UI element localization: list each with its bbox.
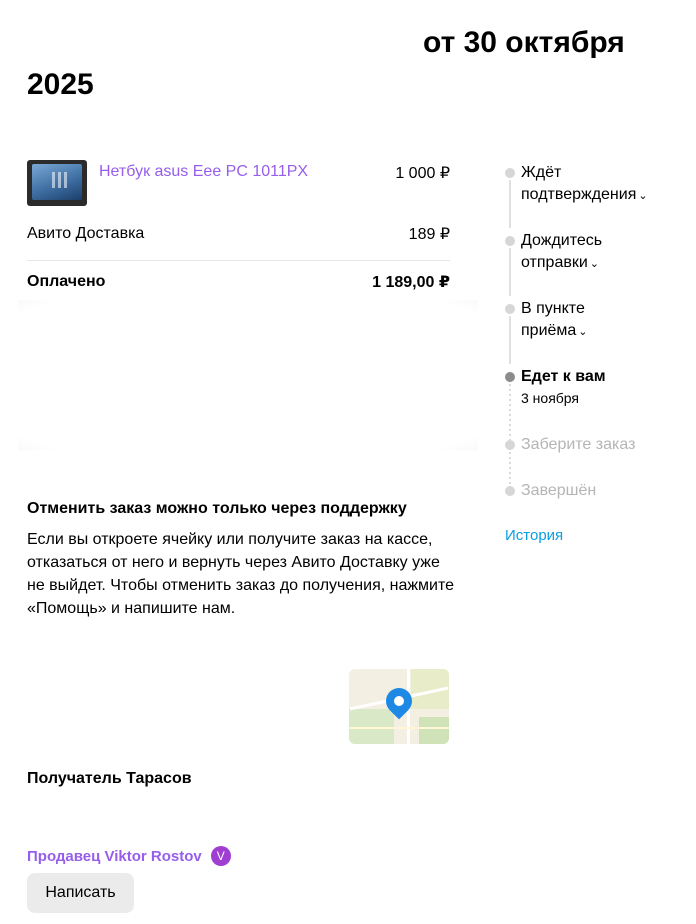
paid-row: Оплачено 1 189,00 ₽ [27,272,450,292]
page-title-line2: 2025 [27,68,94,101]
write-message-button[interactable]: Написать [27,873,134,913]
timeline-connector-dotted [509,452,511,486]
step-date: 3 ноября [521,390,580,406]
chevron-down-icon: ⌄ [589,258,599,270]
step-title: Едет к вам [521,368,606,385]
step-title: Ждёт [521,164,562,181]
delivery-price: 189 ₽ [408,226,450,243]
step-title: Заберите заказ [521,436,636,453]
recipient-label: Получатель Тарасов [27,770,192,787]
paid-total: 1 189,00 ₽ [372,274,450,291]
step-dot [505,486,515,496]
step-title-cont[interactable]: приёма ⌄ [521,320,588,343]
step-title: В пункте [521,300,585,317]
delivery-row: Авито Доставка 189 ₽ [27,224,450,244]
seller-info[interactable]: Продавец Viktor Rostov V [27,846,231,866]
order-item-row[interactable]: Нетбук asus Eee PC 1011PX 1 000 ₽ [27,160,450,206]
timeline-connector [509,248,511,296]
step-dot-current [505,372,515,382]
paid-label: Оплачено [27,273,106,290]
step-dot [505,236,515,246]
divider [27,260,450,261]
pickup-map[interactable] [349,669,449,744]
page-title-line1: от 30 октября [423,26,625,59]
step-dot [505,168,515,178]
timeline-connector-dotted [509,384,511,440]
history-link[interactable]: История [505,527,563,544]
step-title: Дождитесь [521,232,603,249]
item-thumbnail[interactable] [27,160,87,206]
chevron-down-icon: ⌄ [578,326,588,338]
seller-name-link[interactable]: Продавец Viktor Rostov [27,848,202,865]
item-price: 1 000 ₽ [395,165,450,182]
step-title-cont[interactable]: отправки ⌄ [521,252,599,275]
cancel-notice-text: Если вы откроете ячейку или получите зак… [27,531,455,617]
step-title: Завершён [521,482,597,499]
step-dot [505,440,515,450]
order-item[interactable]: Нетбук asus Eee PC 1011PX [27,160,308,206]
timeline-connector [509,316,511,364]
cancel-notice-title: Отменить заказ можно только через поддер… [27,500,407,517]
seller-avatar[interactable]: V [210,846,231,866]
chevron-down-icon: ⌄ [638,190,648,202]
content-placeholder [18,300,478,450]
item-name-link[interactable]: Нетбук asus Eee PC 1011PX [99,163,308,181]
delivery-label: Авито Доставка [27,225,145,242]
step-dot [505,304,515,314]
timeline-connector [509,180,511,228]
step-title-cont[interactable]: подтверждения ⌄ [521,184,648,207]
